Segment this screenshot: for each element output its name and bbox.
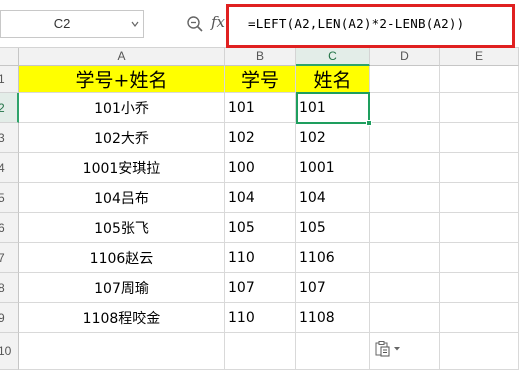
- row-header-7[interactable]: 7: [0, 243, 19, 273]
- cell-a10[interactable]: [19, 333, 225, 370]
- fx-icon[interactable]: fx: [211, 13, 225, 31]
- cell-d1[interactable]: [370, 66, 440, 93]
- name-box-value: C2: [53, 16, 71, 31]
- cell-d7[interactable]: [370, 243, 440, 273]
- cell-a4[interactable]: 1001安琪拉: [19, 153, 225, 183]
- row-header-5[interactable]: 5: [0, 183, 19, 213]
- cell-e2[interactable]: [440, 93, 519, 123]
- cell-e7[interactable]: [440, 243, 519, 273]
- fill-handle[interactable]: [366, 120, 372, 126]
- row-header-10[interactable]: 10: [0, 333, 19, 370]
- cell-b2[interactable]: 101: [225, 93, 296, 123]
- row-header-1[interactable]: 1: [0, 66, 19, 93]
- cell-a7[interactable]: 1106赵云: [19, 243, 225, 273]
- cell-b9[interactable]: 110: [225, 303, 296, 333]
- chevron-down-icon[interactable]: [131, 20, 139, 28]
- paste-options-icon[interactable]: [374, 340, 404, 358]
- row-header-9[interactable]: 9: [0, 303, 19, 333]
- row-header-8[interactable]: 8: [0, 273, 19, 303]
- column-header-b[interactable]: B: [225, 48, 296, 66]
- cell-c1[interactable]: 姓名: [296, 66, 370, 93]
- cell-c7[interactable]: 1106: [296, 243, 370, 273]
- cell-a5[interactable]: 104吕布: [19, 183, 225, 213]
- cell-c4[interactable]: 1001: [296, 153, 370, 183]
- cell-e10[interactable]: [440, 333, 519, 370]
- formula-bar: C2 fx =LEFT(A2,LEN(A2)*2-LENB(A2)): [0, 0, 519, 48]
- cell-d2[interactable]: [370, 93, 440, 123]
- formula-text: =LEFT(A2,LEN(A2)*2-LENB(A2)): [248, 16, 465, 31]
- cell-c5[interactable]: 104: [296, 183, 370, 213]
- magnifier-icon[interactable]: [186, 15, 204, 33]
- cell-a3[interactable]: 102大乔: [19, 123, 225, 153]
- formula-input[interactable]: =LEFT(A2,LEN(A2)*2-LENB(A2)): [226, 4, 515, 48]
- cell-b1[interactable]: 学号: [225, 66, 296, 93]
- cell-a8[interactable]: 107周瑜: [19, 273, 225, 303]
- cell-d6[interactable]: [370, 213, 440, 243]
- row-header-2[interactable]: 2: [0, 93, 19, 123]
- cell-a6[interactable]: 105张飞: [19, 213, 225, 243]
- cell-e9[interactable]: [440, 303, 519, 333]
- cell-e6[interactable]: [440, 213, 519, 243]
- select-all-corner[interactable]: [0, 48, 19, 66]
- cell-e5[interactable]: [440, 183, 519, 213]
- cell-d3[interactable]: [370, 123, 440, 153]
- cell-e1[interactable]: [440, 66, 519, 93]
- cell-b4[interactable]: 100: [225, 153, 296, 183]
- cell-c9[interactable]: 1108: [296, 303, 370, 333]
- cell-e8[interactable]: [440, 273, 519, 303]
- column-header-a[interactable]: A: [19, 48, 225, 66]
- row-header-6[interactable]: 6: [0, 213, 19, 243]
- cell-a2[interactable]: 101小乔: [19, 93, 225, 123]
- cell-a1[interactable]: 学号+姓名: [19, 66, 225, 93]
- cell-c10[interactable]: [296, 333, 370, 370]
- active-cell-border: [296, 92, 370, 124]
- name-box[interactable]: C2: [0, 10, 144, 38]
- cell-d9[interactable]: [370, 303, 440, 333]
- cell-b7[interactable]: 110: [225, 243, 296, 273]
- row-header-4[interactable]: 4: [0, 153, 19, 183]
- row-header-3[interactable]: 3: [0, 123, 19, 153]
- cell-c8[interactable]: 107: [296, 273, 370, 303]
- cell-e3[interactable]: [440, 123, 519, 153]
- column-header-d[interactable]: D: [370, 48, 440, 66]
- cell-e4[interactable]: [440, 153, 519, 183]
- cell-d4[interactable]: [370, 153, 440, 183]
- column-header-c[interactable]: C: [296, 48, 370, 66]
- cell-b5[interactable]: 104: [225, 183, 296, 213]
- cell-b8[interactable]: 107: [225, 273, 296, 303]
- cell-c3[interactable]: 102: [296, 123, 370, 153]
- cell-b6[interactable]: 105: [225, 213, 296, 243]
- cell-b10[interactable]: [225, 333, 296, 370]
- cell-d5[interactable]: [370, 183, 440, 213]
- column-header-e[interactable]: E: [440, 48, 519, 66]
- cell-d8[interactable]: [370, 273, 440, 303]
- cell-b3[interactable]: 102: [225, 123, 296, 153]
- cell-c6[interactable]: 105: [296, 213, 370, 243]
- cell-a9[interactable]: 1108程咬金: [19, 303, 225, 333]
